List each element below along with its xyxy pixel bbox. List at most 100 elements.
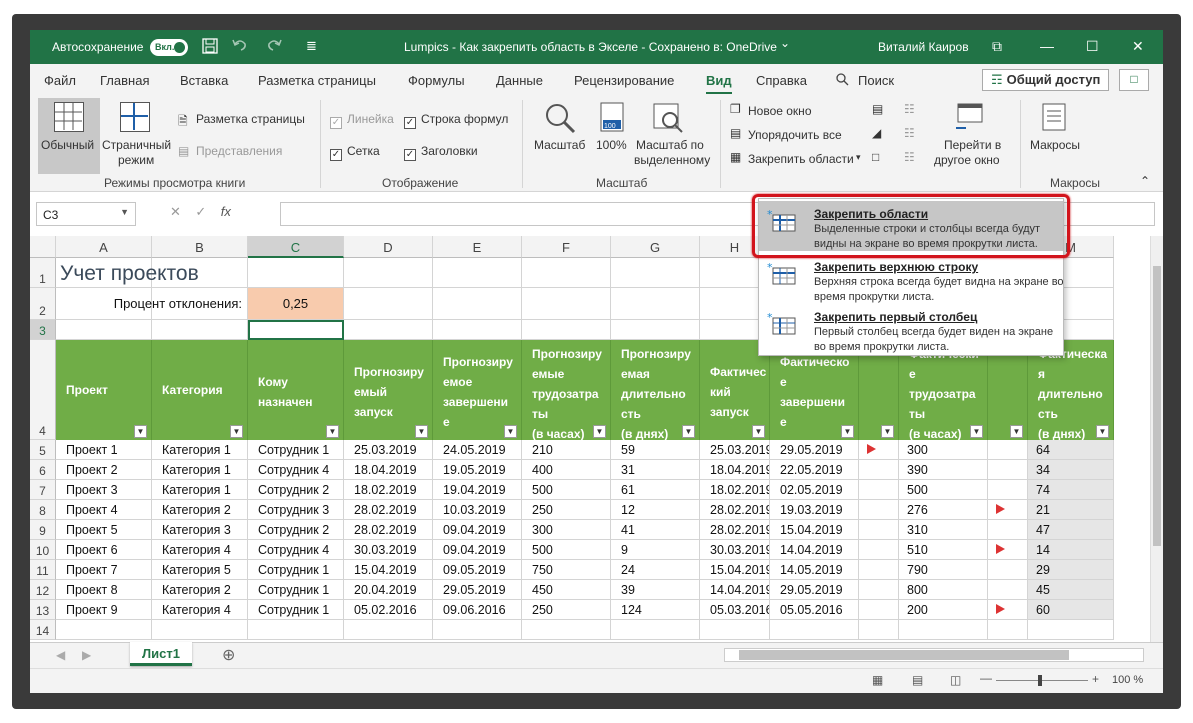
tab-page-layout[interactable]: Разметка страницы — [258, 73, 376, 88]
tab-insert[interactable]: Вставка — [180, 73, 228, 88]
table-cell[interactable] — [859, 440, 899, 460]
tab-file[interactable]: Файл — [44, 73, 76, 88]
cell[interactable] — [1028, 620, 1114, 640]
macros-button[interactable]: Макросы — [1030, 138, 1080, 152]
table-cell[interactable]: Сотрудник 4 — [248, 460, 344, 480]
user-name[interactable]: Виталий Каиров — [878, 40, 969, 54]
table-cell[interactable]: 250 — [522, 600, 611, 620]
table-cell[interactable]: 09.04.2019 — [433, 540, 522, 560]
maximize-icon[interactable]: ☐ — [1086, 38, 1099, 55]
ruler-checkbox[interactable]: ✓ Линейка — [330, 112, 394, 129]
row-header-7[interactable]: 7 — [30, 480, 56, 500]
table-cell[interactable]: Проект 8 — [56, 580, 152, 600]
zoom-in-icon[interactable]: + — [1092, 672, 1099, 686]
cell[interactable] — [344, 288, 433, 320]
undo-icon[interactable] — [232, 38, 248, 55]
tab-view[interactable]: Вид — [706, 73, 732, 94]
table-cell[interactable]: 74 — [1028, 480, 1114, 500]
cell[interactable] — [522, 258, 611, 288]
table-cell[interactable]: Категория 3 — [152, 520, 248, 540]
formula-bar-checkbox[interactable]: ✓ Строка формул — [404, 112, 508, 129]
table-cell[interactable]: 64 — [1028, 440, 1114, 460]
normal-view-status-icon[interactable]: ▦ — [872, 673, 883, 687]
table-cell[interactable]: 09.05.2019 — [433, 560, 522, 580]
zoom-100-button[interactable]: 100% — [596, 138, 627, 152]
row-header-13[interactable]: 13 — [30, 600, 56, 620]
comments-icon[interactable]: □ — [1119, 69, 1149, 91]
search-label[interactable]: Поиск — [858, 73, 894, 88]
table-cell[interactable] — [859, 600, 899, 620]
column-header-b[interactable]: B — [152, 236, 248, 258]
table-cell[interactable] — [988, 440, 1028, 460]
sync-scroll-icon[interactable]: ☷ — [904, 126, 915, 140]
row-header-9[interactable]: 9 — [30, 520, 56, 540]
share-button[interactable]: ☶ Общий доступ — [982, 69, 1109, 91]
tab-formulas[interactable]: Формулы — [408, 73, 465, 88]
table-cell[interactable]: 390 — [899, 460, 988, 480]
table-cell[interactable] — [859, 560, 899, 580]
table-cell[interactable]: 276 — [899, 500, 988, 520]
cell[interactable] — [248, 620, 344, 640]
zoom-out-icon[interactable]: — — [980, 671, 992, 685]
row-header-5[interactable]: 5 — [30, 440, 56, 460]
page-break-status-icon[interactable]: ◫ — [950, 673, 961, 687]
table-cell[interactable]: Категория 1 — [152, 480, 248, 500]
table-cell[interactable] — [859, 520, 899, 540]
table-header[interactable]: Прогнозиру емые трудозатра ты (в часах) ▼ — [522, 340, 611, 440]
ribbon-display-icon[interactable]: ⧉ — [992, 38, 1002, 55]
filter-dropdown-icon[interactable]: ▼ — [881, 425, 894, 438]
sheet-title[interactable]: Учет проектов — [56, 258, 248, 288]
freeze-panes-button[interactable]: Закрепить области — [748, 152, 854, 166]
column-header-c[interactable]: C — [248, 236, 344, 258]
row-header-8[interactable]: 8 — [30, 500, 56, 520]
table-cell[interactable]: Категория 4 — [152, 600, 248, 620]
table-header[interactable]: Проект ▼ — [56, 340, 152, 440]
table-cell[interactable]: 10.03.2019 — [433, 500, 522, 520]
tab-home[interactable]: Главная — [100, 73, 149, 88]
row-header-1[interactable]: 1 — [30, 258, 56, 288]
table-cell[interactable]: 61 — [611, 480, 700, 500]
zoom-icon[interactable] — [544, 102, 576, 137]
filter-dropdown-icon[interactable]: ▼ — [593, 425, 606, 438]
cell[interactable] — [56, 320, 152, 340]
normal-view-button[interactable]: Обычный — [41, 138, 94, 152]
filter-dropdown-icon[interactable]: ▼ — [1010, 425, 1023, 438]
cell[interactable] — [899, 620, 988, 640]
row-header-3[interactable]: 3 — [30, 320, 56, 340]
enter-icon[interactable]: ✓ — [195, 204, 206, 219]
table-header[interactable]: Прогнозиру емое завершени е ▼ — [433, 340, 522, 440]
row-header-11[interactable]: 11 — [30, 560, 56, 580]
filter-dropdown-icon[interactable]: ▼ — [841, 425, 854, 438]
zoom-100-icon[interactable]: 100 — [598, 102, 626, 137]
table-cell[interactable]: Сотрудник 2 — [248, 480, 344, 500]
table-cell[interactable]: Категория 5 — [152, 560, 248, 580]
cancel-icon[interactable]: ✕ — [170, 204, 181, 219]
table-cell[interactable]: Проект 9 — [56, 600, 152, 620]
cell[interactable] — [344, 620, 433, 640]
table-cell[interactable] — [988, 600, 1028, 620]
table-cell[interactable]: 750 — [522, 560, 611, 580]
table-cell[interactable]: 29.05.2019 — [770, 580, 859, 600]
page-break-icon[interactable] — [120, 102, 150, 132]
table-cell[interactable]: 15.04.2019 — [344, 560, 433, 580]
table-cell[interactable]: 09.06.2016 — [433, 600, 522, 620]
table-cell[interactable]: Категория 2 — [152, 580, 248, 600]
table-cell[interactable]: 500 — [522, 480, 611, 500]
table-cell[interactable] — [859, 480, 899, 500]
table-cell[interactable]: 500 — [522, 540, 611, 560]
reset-position-icon[interactable]: ☷ — [904, 150, 915, 164]
table-cell[interactable]: 22.05.2019 — [770, 460, 859, 480]
redo-icon[interactable] — [266, 38, 282, 55]
normal-view-icon[interactable] — [54, 102, 84, 132]
table-cell[interactable] — [859, 460, 899, 480]
custom-views-button[interactable]: Представления — [196, 144, 282, 158]
cell[interactable] — [611, 620, 700, 640]
table-cell[interactable]: 21 — [1028, 500, 1114, 520]
table-cell[interactable]: 9 — [611, 540, 700, 560]
split-icon[interactable]: ▤ — [872, 102, 883, 116]
table-cell[interactable]: Категория 2 — [152, 500, 248, 520]
table-cell[interactable] — [988, 560, 1028, 580]
collapse-ribbon-icon[interactable]: ⌃ — [1140, 174, 1150, 188]
search-icon[interactable] — [836, 73, 849, 89]
table-cell[interactable]: 39 — [611, 580, 700, 600]
